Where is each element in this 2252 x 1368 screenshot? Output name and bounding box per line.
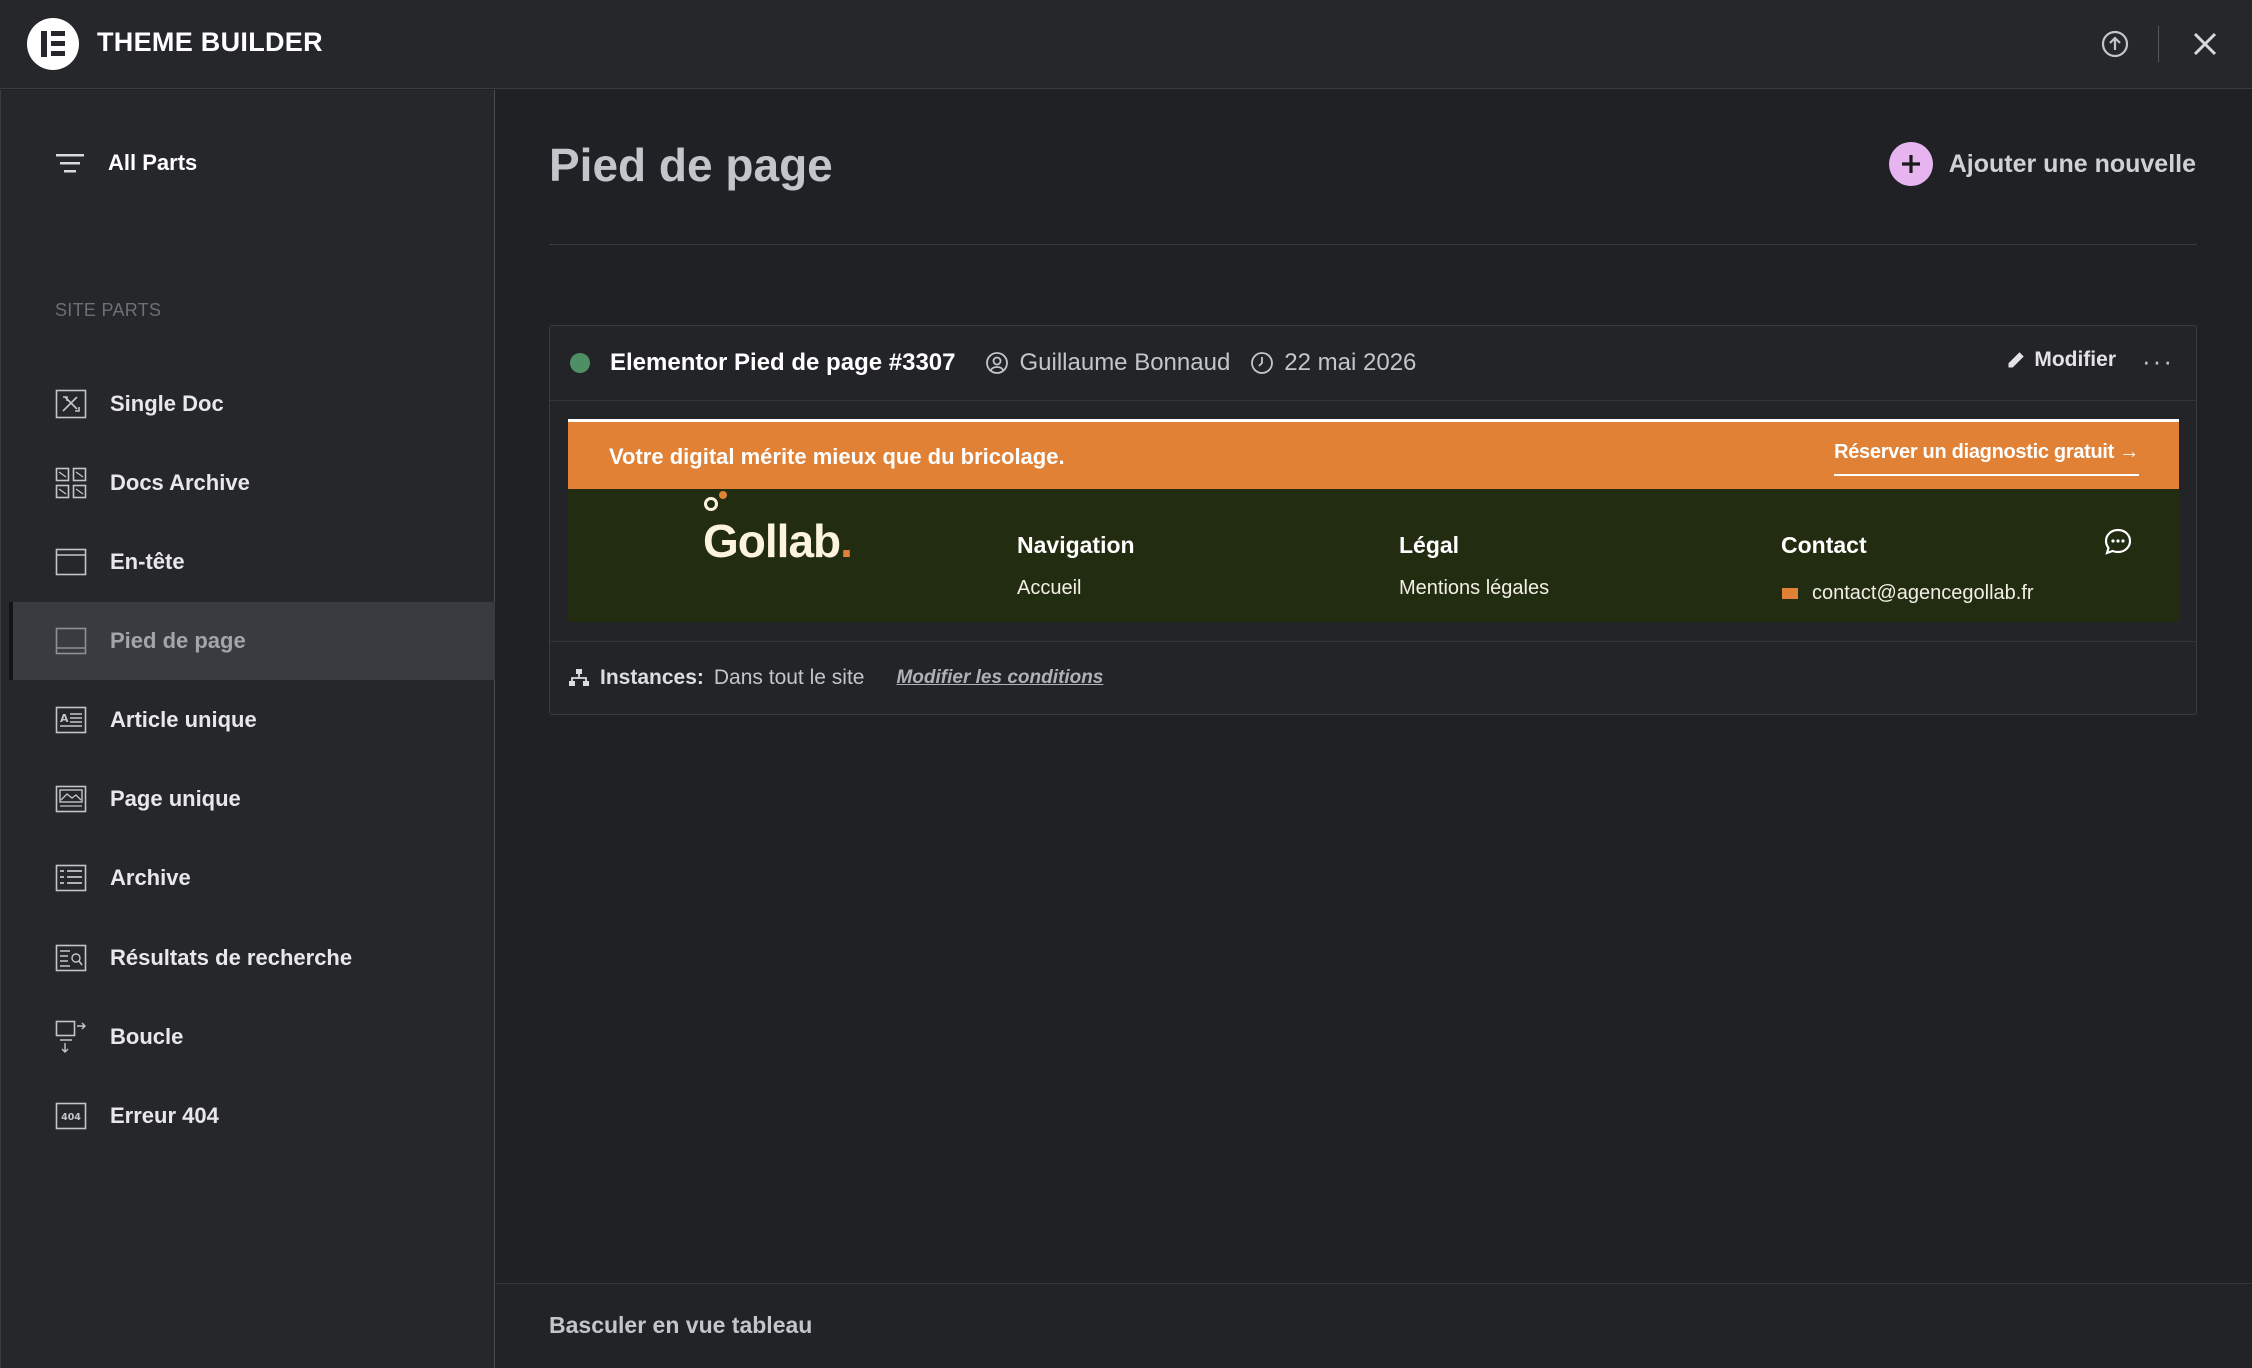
search-results-icon [54,941,88,975]
sidebar-item-single-post[interactable]: A Article unique [9,681,495,759]
template-preview[interactable]: Votre digital mérite mieux que du bricol… [568,419,2179,622]
all-parts-label: All Parts [108,150,198,175]
user-circle-icon [986,352,1009,374]
single-post-icon: A [54,703,88,737]
sidebar-item-label: Pied de page [110,628,246,653]
header-icon [54,545,88,579]
close-button[interactable] [2183,22,2227,66]
switch-to-table-view-button[interactable]: Basculer en vue tableau [549,1312,812,1339]
export-button[interactable] [2093,22,2137,66]
template-date: 22 mai 2026 [1250,349,1416,377]
brand-logo-mark-icon [704,497,718,511]
instances-value: Dans tout le site [713,666,865,689]
sidebar-item-error-404[interactable]: 404 Erreur 404 [9,1077,495,1155]
preview-footer-area: Gollab. Navigation Accueil Légal Mention… [568,489,2179,622]
svg-text:A: A [60,712,69,725]
sidebar-item-label: En-tête [110,549,185,574]
single-doc-icon [54,387,88,421]
card-divider [550,400,2196,401]
pencil-icon [2008,352,2025,368]
preview-promo-bar: Votre digital mérite mieux que du bricol… [568,422,2179,489]
author-name: Guillaume Bonnaud [1019,349,1231,376]
filter-icon [56,154,84,173]
instances-label: Instances: [600,666,704,689]
sidebar-item-label: Docs Archive [110,470,250,495]
bottom-bar: Basculer en vue tableau [496,1283,2252,1368]
all-parts-filter[interactable]: All Parts [54,150,197,176]
sidebar-item-archive[interactable]: Archive [9,839,495,917]
sidebar-item-label: Résultats de recherche [110,945,353,970]
edit-template-button[interactable]: Modifier [2006,348,2116,372]
brand-logo-dot-icon [719,491,727,499]
edit-conditions-link[interactable]: Modifier les conditions [896,667,1103,689]
sidebar-item-loop[interactable]: Boucle [9,998,495,1076]
sidebar-item-label: Archive [110,865,191,890]
app-title: THEME BUILDER [97,27,323,57]
sitemap-icon [569,669,589,686]
sidebar-item-footer[interactable]: Pied de page [9,602,495,680]
template-title: Elementor Pied de page #3307 [610,349,956,376]
preview-promo-cta: Réserver un diagnostic gratuit → [1834,441,2139,476]
preview-column-heading: Contact [1781,532,1867,558]
loop-icon [54,1020,88,1054]
published-status-dot [570,353,590,373]
preview-column-link: Mentions légales [1399,577,1550,599]
sidebar: All Parts SITE PARTS Single Doc Docs Arc… [0,90,495,1368]
sidebar-item-search-results[interactable]: Résultats de recherche [9,919,495,997]
single-page-icon [54,782,88,816]
upload-circle-icon [2101,30,2129,58]
sidebar-item-label: Boucle [110,1024,184,1049]
top-bar: THEME BUILDER [0,0,2252,89]
date-value: 22 mai 2026 [1284,349,1417,376]
mail-icon [1782,588,1798,599]
template-card: Elementor Pied de page #3307 Guillaume B… [549,325,2197,715]
title-divider [549,244,2197,245]
sidebar-item-single-doc[interactable]: Single Doc [9,365,495,443]
clock-icon [1251,352,1274,374]
sidebar-item-label: Article unique [110,707,257,732]
template-instances: Instances: Dans tout le site Modifier le… [568,641,1103,715]
preview-column-heading: Légal [1399,532,1460,558]
add-new-label: Ajouter une nouvelle [1948,149,2196,178]
more-options-button[interactable]: ··· [2142,346,2174,377]
brand-name: Gollab [703,515,841,567]
template-card-header: Elementor Pied de page #3307 Guillaume B… [550,326,2196,400]
page-title: Pied de page [549,139,833,191]
sidebar-item-label: Erreur 404 [110,1103,219,1128]
toolbar-divider [2158,26,2159,62]
archive-icon [54,861,88,895]
docs-archive-icon [54,466,88,500]
main-content: Pied de page Ajouter une nouvelle Elemen… [496,90,2252,1368]
footer-icon [54,624,88,658]
chat-bubble-icon [2104,528,2132,555]
preview-brand-logo: Gollab. [703,514,853,568]
elementor-logo-icon [27,18,79,70]
sidebar-item-label: Single Doc [110,391,224,416]
preview-column-link: contact@agencegollab.fr [1812,582,2034,604]
close-icon [2193,32,2217,56]
template-author: Guillaume Bonnaud [985,349,1230,377]
preview-column-heading: Navigation [1017,532,1135,558]
site-parts-heading: SITE PARTS [55,300,162,320]
preview-promo-text: Votre digital mérite mieux que du bricol… [609,444,1065,469]
error-404-icon: 404 [54,1099,88,1133]
preview-column-link: Accueil [1017,577,1082,599]
sidebar-item-header[interactable]: En-tête [9,523,495,601]
sidebar-item-docs-archive[interactable]: Docs Archive [9,444,495,522]
sidebar-item-single-page[interactable]: Page unique [9,760,495,838]
brand-dot: . [840,515,853,567]
edit-label: Modifier [2034,348,2116,371]
sidebar-item-label: Page unique [110,786,241,811]
add-new-button[interactable]: Ajouter une nouvelle [1888,142,2196,186]
svg-text:404: 404 [61,1112,81,1123]
plus-icon [1888,142,1933,186]
